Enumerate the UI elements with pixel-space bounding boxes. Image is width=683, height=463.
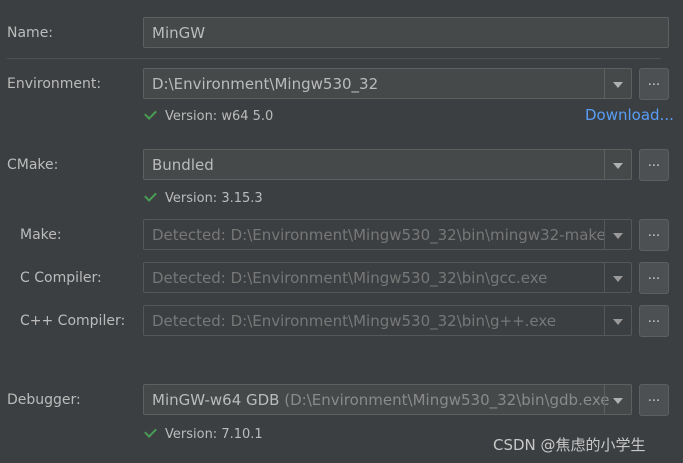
debugger-combo[interactable]: MinGW-w64 GDB (D:\Environment\Mingw530_3…	[143, 384, 632, 415]
toolchain-settings-panel: Name: MinGW Environment: D:\Environment\…	[0, 0, 683, 463]
cpp-compiler-label: C++ Compiler:	[20, 313, 126, 329]
environment-browse-button[interactable]: ...	[639, 68, 669, 100]
download-link[interactable]: Download...	[585, 106, 674, 124]
c-compiler-label: C Compiler:	[20, 270, 102, 286]
make-value: Detected: D:\Environment\Mingw530_32\bin…	[152, 226, 606, 244]
cpp-compiler-browse-button[interactable]: ...	[639, 305, 669, 337]
environment-status: Version: w64 5.0	[144, 107, 274, 125]
watermark: CSDN @焦虑的小学生	[493, 436, 646, 454]
chevron-down-icon[interactable]	[604, 220, 631, 249]
environment-value: D:\Environment\Mingw530_32	[152, 75, 379, 93]
chevron-down-icon[interactable]	[604, 385, 631, 414]
cmake-browse-button[interactable]: ...	[639, 149, 669, 181]
make-browse-button[interactable]: ...	[639, 219, 669, 251]
environment-label: Environment:	[7, 76, 102, 92]
chevron-down-icon[interactable]	[604, 263, 631, 292]
check-icon	[144, 425, 157, 438]
name-input-value: MinGW	[152, 24, 206, 42]
separator	[7, 58, 661, 59]
c-compiler-browse-button[interactable]: ...	[639, 262, 669, 294]
cmake-status: Version: 3.15.3	[144, 189, 263, 207]
cpp-compiler-value: Detected: D:\Environment\Mingw530_32\bin…	[152, 312, 557, 330]
environment-combo[interactable]: D:\Environment\Mingw530_32	[143, 68, 632, 99]
make-label: Make:	[20, 227, 62, 243]
debugger-version: Version: 7.10.1	[165, 427, 263, 442]
name-label: Name:	[7, 25, 54, 41]
chevron-down-icon[interactable]	[604, 69, 631, 98]
environment-version: Version: w64 5.0	[165, 109, 274, 124]
c-compiler-combo[interactable]: Detected: D:\Environment\Mingw530_32\bin…	[143, 262, 632, 293]
debugger-status: Version: 7.10.1	[144, 425, 263, 443]
debugger-path: (D:\Environment\Mingw530_32\bin\gdb.exe	[284, 391, 610, 409]
c-compiler-value: Detected: D:\Environment\Mingw530_32\bin…	[152, 269, 548, 287]
name-input[interactable]: MinGW	[143, 17, 669, 48]
chevron-down-icon[interactable]	[604, 306, 631, 335]
check-icon	[144, 189, 157, 202]
cmake-combo[interactable]: Bundled	[143, 149, 632, 180]
cpp-compiler-combo[interactable]: Detected: D:\Environment\Mingw530_32\bin…	[143, 305, 632, 336]
cmake-value: Bundled	[152, 156, 214, 174]
cmake-label: CMake:	[7, 157, 59, 173]
make-combo[interactable]: Detected: D:\Environment\Mingw530_32\bin…	[143, 219, 632, 250]
debugger-browse-button[interactable]: ...	[639, 384, 669, 416]
debugger-label: Debugger:	[7, 392, 81, 408]
check-icon	[144, 107, 157, 120]
debugger-value: MinGW-w64 GDB	[152, 391, 280, 409]
cmake-version: Version: 3.15.3	[165, 191, 263, 206]
chevron-down-icon[interactable]	[604, 150, 631, 179]
